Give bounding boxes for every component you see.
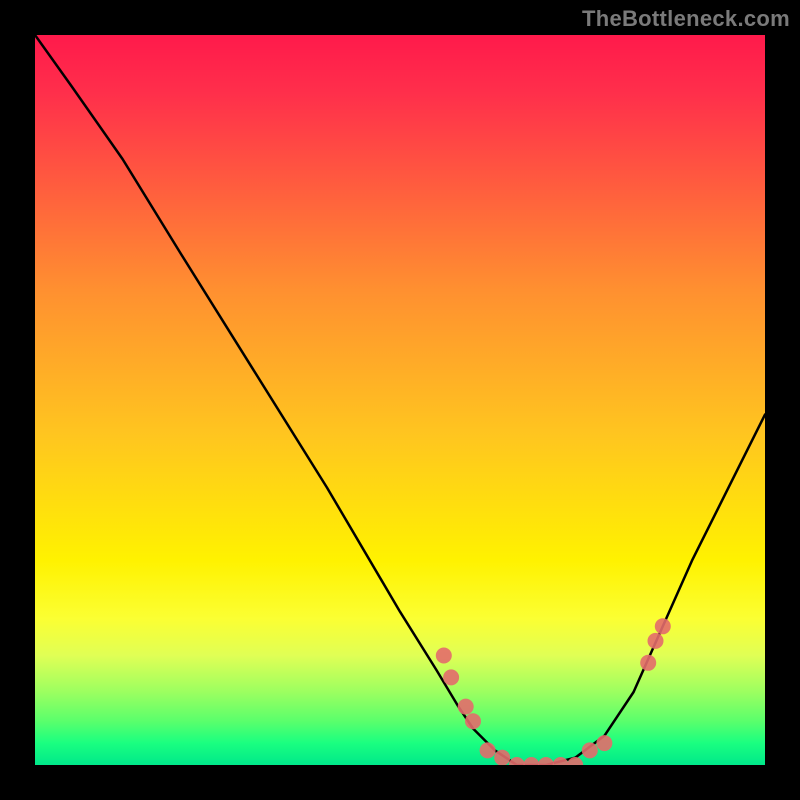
chart-frame: TheBottleneck.com (0, 0, 800, 800)
data-point (582, 742, 598, 758)
data-point (596, 735, 612, 751)
data-point (436, 648, 452, 664)
data-point (480, 742, 496, 758)
data-point (655, 618, 671, 634)
data-point (640, 655, 656, 671)
data-point (648, 633, 664, 649)
data-point (494, 750, 510, 765)
plot-area (35, 35, 765, 765)
watermark-label: TheBottleneck.com (582, 6, 790, 32)
data-point (509, 757, 525, 765)
bottleneck-curve (35, 35, 765, 765)
data-point (553, 757, 569, 765)
data-point (465, 713, 481, 729)
data-point (523, 757, 539, 765)
curve-path (35, 35, 765, 765)
data-point (443, 669, 459, 685)
data-point (458, 699, 474, 715)
data-point (538, 757, 554, 765)
